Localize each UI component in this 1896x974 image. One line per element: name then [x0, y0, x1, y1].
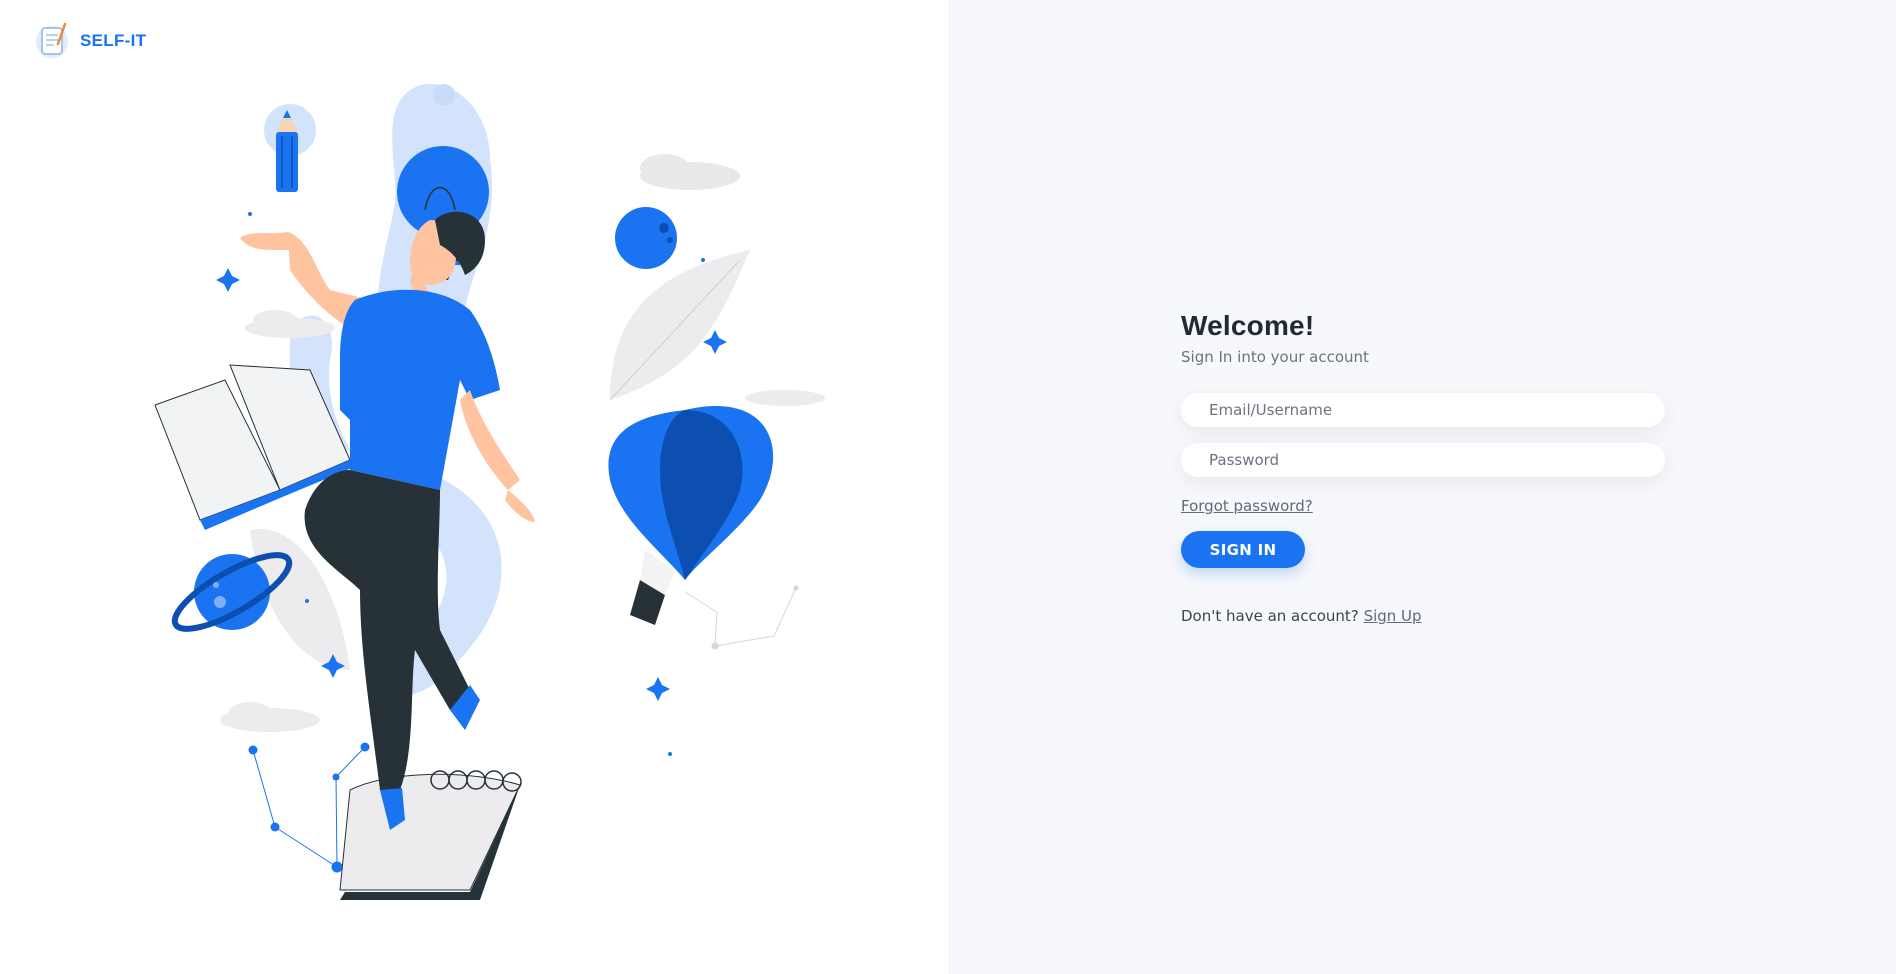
brand-name: SELF-IT	[80, 31, 147, 50]
password-field[interactable]	[1181, 443, 1665, 477]
signup-prompt: Don't have an account?	[1181, 607, 1359, 625]
login-form: Welcome! Sign In into your account Forgo…	[1181, 310, 1665, 625]
student-floating-illustration	[154, 83, 825, 900]
signup-row: Don't have an account? Sign Up	[1181, 607, 1665, 625]
page-title: Welcome!	[1181, 310, 1315, 341]
page-subtitle: Sign In into your account	[1181, 348, 1369, 366]
illustration-panel: SELF-IT	[0, 0, 948, 974]
forgot-password-link[interactable]: Forgot password?	[1181, 497, 1313, 515]
sign-up-link[interactable]: Sign Up	[1364, 607, 1422, 625]
email-field[interactable]	[1181, 393, 1665, 427]
brand-logo[interactable]: SELF-IT	[34, 20, 146, 62]
notebook-pencil-logo-icon	[36, 22, 68, 58]
sign-in-button[interactable]: SIGN IN	[1181, 531, 1305, 568]
